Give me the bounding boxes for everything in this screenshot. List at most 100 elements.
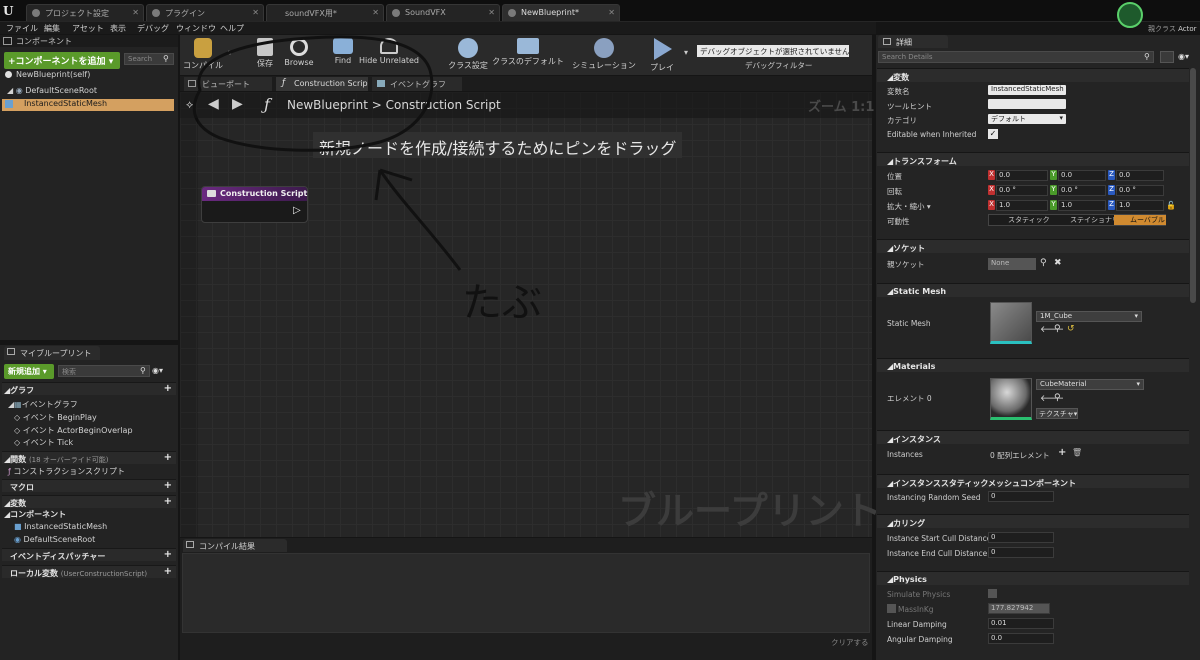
tooltip-field[interactable] — [988, 99, 1066, 109]
section-transform[interactable]: ◢トランスフォーム — [877, 152, 1189, 166]
tree-item-event-beginplay[interactable]: ◇ イベント BeginPlay — [14, 412, 97, 423]
tab-soundvfx-level[interactable]: soundVFX用* ✕ — [266, 4, 384, 21]
tab-newblueprint[interactable]: NewBlueprint* ✕ — [502, 4, 620, 21]
search-icon[interactable]: ⚲ — [1054, 324, 1061, 334]
section-event-dispatchers[interactable]: イベントディスパッチャー + — [2, 548, 176, 561]
details-scrollbar[interactable] — [1190, 68, 1196, 303]
rotation-x[interactable]: 0.0 ° — [996, 185, 1048, 196]
add-variable-icon[interactable]: + — [164, 496, 172, 507]
reset-to-default-icon[interactable]: ↺ — [1067, 324, 1075, 334]
tree-item-var-instancedstaticmesh[interactable]: ■ InstancedStaticMesh — [14, 522, 107, 531]
self-component-label[interactable]: NewBlueprint(self) — [16, 70, 90, 79]
my-blueprint-search-input[interactable]: 検索 — [58, 365, 150, 377]
var-name-field[interactable]: InstancedStaticMesh — [988, 85, 1066, 95]
my-blueprint-tab[interactable]: マイブループリント — [4, 346, 100, 360]
menu-debug[interactable]: デバッグ — [137, 23, 169, 34]
section-materials[interactable]: ◢Materials — [877, 358, 1189, 372]
static-mesh-thumbnail[interactable] — [990, 302, 1032, 344]
editable-inherited-checkbox[interactable]: ✓ — [988, 129, 998, 139]
random-seed-field[interactable]: 0 — [988, 491, 1054, 502]
static-mesh-select[interactable]: 1M_Cube ▾ — [1036, 311, 1142, 322]
tree-item-components-group[interactable]: ◢コンポーネント — [4, 509, 66, 520]
mobility-movable-option[interactable]: ムーバブル — [1114, 215, 1166, 225]
close-icon[interactable]: ✕ — [488, 8, 495, 17]
search-icon[interactable]: ⚲ — [1040, 258, 1047, 268]
close-icon[interactable]: ✕ — [252, 8, 259, 17]
add-function-icon[interactable]: + — [164, 452, 172, 463]
menu-asset[interactable]: アセット — [72, 23, 104, 34]
trash-icon[interactable]: 🗑 — [1072, 448, 1082, 457]
section-socket[interactable]: ◢ソケット — [877, 239, 1189, 253]
section-graphs[interactable]: ◢グラフ + — [2, 382, 176, 395]
new-add-button[interactable]: 新規追加 ▾ — [4, 364, 54, 379]
tree-item-defaultsceneroot[interactable]: ◢ ◉ DefaultSceneRoot — [7, 86, 177, 95]
section-static-mesh[interactable]: ◢Static Mesh — [877, 283, 1189, 297]
linear-damping-field[interactable]: 0.01 — [988, 618, 1054, 629]
rotation-z[interactable]: 0.0 ° — [1116, 185, 1164, 196]
simulate-physics-checkbox[interactable] — [988, 589, 997, 598]
tab-plugins[interactable]: プラグイン ✕ — [146, 4, 264, 21]
add-dispatcher-icon[interactable]: + — [164, 549, 172, 560]
eye-icon[interactable]: ◉▾ — [1178, 52, 1189, 61]
section-instanced-static-mesh-component[interactable]: ◢インスタンススタティックメッシュコンポーネント — [877, 474, 1189, 488]
textures-dropdown[interactable]: テクスチャ▾ — [1036, 408, 1078, 419]
mobility-static-option[interactable]: スタティック — [990, 215, 1064, 225]
add-element-icon[interactable]: + — [1058, 447, 1066, 458]
material-select[interactable]: CubeMaterial ▾ — [1036, 379, 1144, 390]
menu-edit[interactable]: 編集 — [44, 23, 60, 34]
details-search-input[interactable]: Search Details — [878, 51, 1154, 63]
debug-object-select[interactable]: デバッグオブジェクトが選択されていません▾ — [697, 45, 849, 57]
property-matrix-icon[interactable] — [1160, 51, 1174, 63]
mobility-stationary-option[interactable]: ステイショナリ — [1064, 215, 1114, 225]
menu-file[interactable]: ファイル — [6, 23, 38, 34]
lock-icon[interactable]: 🔓 — [1166, 201, 1176, 210]
section-instances[interactable]: ◢インスタンス — [877, 430, 1189, 444]
add-macro-icon[interactable]: + — [164, 480, 172, 491]
clear-button[interactable]: クリアする — [831, 637, 869, 648]
section-variables[interactable]: ◢変数 + — [2, 495, 176, 508]
tab-soundvfx[interactable]: SoundVFX ✕ — [386, 4, 500, 21]
tab-project-settings[interactable]: プロジェクト設定 ✕ — [26, 4, 144, 21]
section-local-variables[interactable]: ローカル変数 (UserConstructionScript) + — [2, 565, 176, 578]
source-control-icon[interactable] — [1117, 2, 1143, 28]
tree-item-instancedstaticmesh[interactable]: InstancedStaticMesh — [2, 99, 174, 111]
cull-start-field[interactable]: 0 — [988, 532, 1054, 543]
section-functions[interactable]: ◢関数 (18 オーバーライド可能) + — [2, 451, 176, 464]
cull-end-field[interactable]: 0 — [988, 547, 1054, 558]
add-local-variable-icon[interactable]: + — [164, 566, 172, 577]
close-icon[interactable]: ✕ — [132, 8, 139, 17]
unreal-logo-icon[interactable]: U — [3, 4, 16, 18]
add-component-button[interactable]: +コンポーネントを追加 ▾ — [4, 52, 120, 69]
section-physics[interactable]: ◢Physics — [877, 571, 1189, 585]
location-y[interactable]: 0.0 — [1058, 170, 1106, 181]
section-variable[interactable]: ◢変数 — [877, 68, 1189, 82]
search-icon[interactable]: ⚲ — [1054, 393, 1061, 403]
eye-icon[interactable]: ◉▾ — [152, 366, 163, 375]
angular-damping-field[interactable]: 0.0 — [988, 633, 1054, 644]
add-graph-icon[interactable]: + — [164, 383, 172, 394]
compile-results-tab[interactable]: コンパイル結果 — [183, 539, 287, 552]
category-select[interactable]: デフォルト ▾ — [988, 114, 1066, 124]
location-x[interactable]: 0.0 — [996, 170, 1048, 181]
menu-view[interactable]: 表示 — [110, 23, 126, 34]
scale-x[interactable]: 1.0 — [996, 200, 1048, 211]
mass-override-checkbox[interactable] — [887, 604, 896, 613]
tree-item-event-actorbeginoverlap[interactable]: ◇ イベント ActorBeginOverlap — [14, 425, 133, 436]
tree-item-var-defaultsceneroot[interactable]: ◉ DefaultSceneRoot — [14, 535, 95, 544]
rotation-y[interactable]: 0.0 ° — [1058, 185, 1106, 196]
tree-item-event-graph[interactable]: ◢▦イベントグラフ — [8, 399, 78, 410]
parent-socket-field[interactable]: None — [988, 258, 1036, 270]
scale-z[interactable]: 1.0 — [1116, 200, 1164, 211]
play-options-dropdown[interactable]: ▾ — [684, 48, 688, 57]
section-macros[interactable]: マクロ + — [2, 479, 176, 492]
clear-icon[interactable]: ✖ — [1054, 258, 1062, 268]
close-icon[interactable]: ✕ — [372, 8, 379, 17]
mass-field[interactable]: 177.827942 — [988, 603, 1050, 614]
tree-item-construction-script[interactable]: ƒ コンストラクションスクリプト — [8, 466, 125, 477]
section-culling[interactable]: ◢カリング — [877, 514, 1189, 528]
location-z[interactable]: 0.0 — [1116, 170, 1164, 181]
tree-item-event-tick[interactable]: ◇ イベント Tick — [14, 437, 73, 448]
material-thumbnail[interactable] — [990, 378, 1032, 420]
close-icon[interactable]: ✕ — [608, 8, 615, 17]
scale-y[interactable]: 1.0 — [1058, 200, 1106, 211]
